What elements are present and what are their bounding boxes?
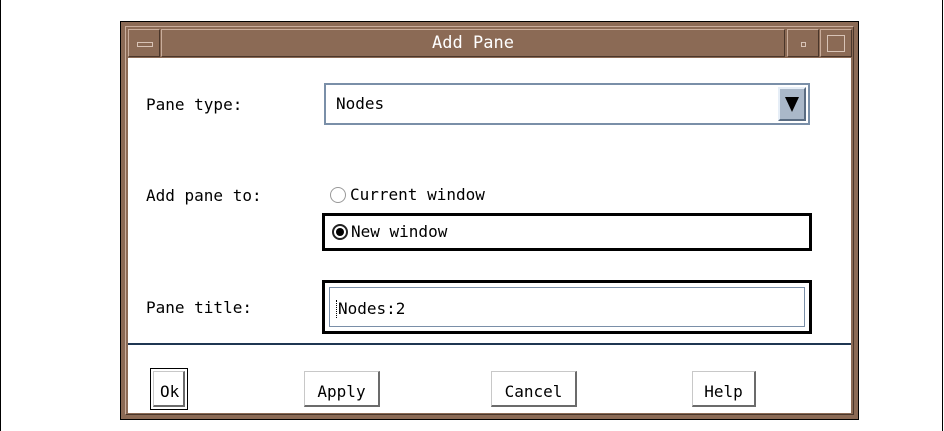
ok-button[interactable]: Ok xyxy=(150,368,188,410)
pane-title-input-inner: Nodes:2 xyxy=(329,287,805,327)
radio-current-window[interactable]: Current window xyxy=(324,176,810,214)
radio-button-unselected[interactable] xyxy=(330,187,346,203)
radio-button-selected[interactable] xyxy=(332,224,348,240)
triangle-down-icon xyxy=(785,97,799,112)
radio-current-window-label: Current window xyxy=(350,185,485,204)
maximize-button[interactable] xyxy=(820,29,852,57)
window-menu-button[interactable] xyxy=(128,29,160,57)
pane-type-dropdown[interactable]: Nodes xyxy=(324,83,810,125)
maximize-icon xyxy=(827,35,845,52)
add-pane-dialog: Add Pane Pane type: Nodes Add pane to: C… xyxy=(120,21,859,420)
radio-new-window[interactable]: New window xyxy=(322,213,812,251)
add-pane-to-label: Add pane to: xyxy=(146,186,262,205)
radio-new-window-label: New window xyxy=(351,222,448,241)
dropdown-arrow-button[interactable] xyxy=(778,87,806,121)
pane-title-label: Pane title: xyxy=(146,298,252,317)
window-menu-icon xyxy=(137,42,153,47)
cancel-button[interactable]: Cancel xyxy=(491,371,577,407)
minimize-button[interactable] xyxy=(787,29,819,57)
pane-type-label: Pane type: xyxy=(146,95,243,114)
title-bar[interactable]: Add Pane xyxy=(128,29,852,57)
pane-type-value: Nodes xyxy=(336,94,385,113)
dialog-body: Pane type: Nodes Add pane to: Current wi… xyxy=(128,58,851,413)
window-title[interactable]: Add Pane xyxy=(161,29,785,57)
help-button[interactable]: Help xyxy=(692,371,756,407)
separator xyxy=(128,343,851,345)
pane-title-input[interactable]: Nodes:2 xyxy=(322,280,812,334)
minimize-icon xyxy=(801,42,806,47)
apply-button[interactable]: Apply xyxy=(304,371,380,407)
pane-title-value: Nodes:2 xyxy=(338,299,406,318)
